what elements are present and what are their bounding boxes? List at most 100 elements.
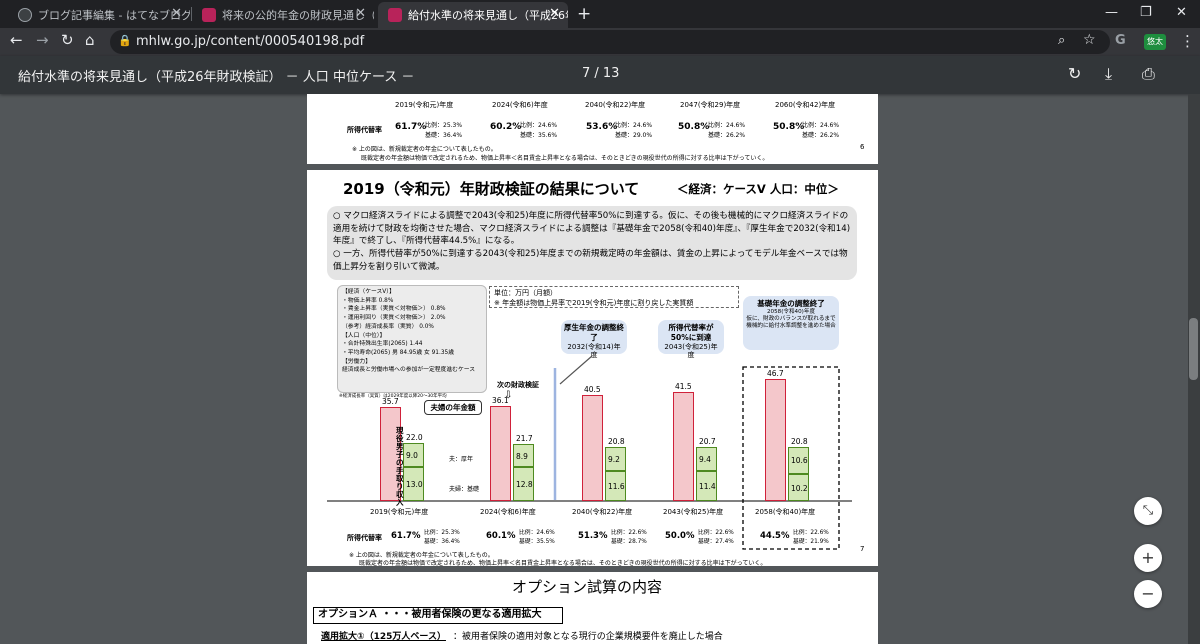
- worker-income-bar: [490, 406, 511, 501]
- couple-kiso-value: 10.2: [791, 483, 808, 493]
- rate-value: 60.2%: [490, 122, 522, 132]
- couple-total-value: 20.7: [699, 436, 716, 446]
- rate-value: 51.3%: [578, 531, 608, 541]
- year-label: 2047(令和29)年度: [680, 101, 741, 109]
- worker-income-value: 46.7: [767, 368, 784, 378]
- worker-income-value: 41.5: [675, 382, 692, 392]
- download-icon[interactable]: ⤓: [1105, 64, 1112, 84]
- replacement-rate-label: 所得代替率: [347, 534, 382, 542]
- rotate-icon[interactable]: ↻: [1068, 64, 1081, 83]
- worker-income-value: 35.7: [382, 397, 399, 407]
- page-title: オプション試算の内容: [512, 578, 663, 596]
- hirei-value: 比例：22.6%: [793, 530, 829, 536]
- rate-value: 44.5%: [760, 531, 790, 541]
- page-indicator[interactable]: 7 / 13: [582, 66, 619, 81]
- rate-value: 61.7%: [391, 531, 421, 541]
- menu-kebab-icon[interactable]: ⋮: [1180, 32, 1195, 50]
- rate-value: 50.8%: [678, 122, 710, 132]
- hirei-value: 比例：24.6%: [708, 122, 746, 129]
- worker-income-bar: [765, 378, 786, 501]
- hirei-value: 比例：22.6%: [611, 530, 647, 536]
- profile-avatar[interactable]: 悠太: [1144, 34, 1166, 50]
- scrollbar-thumb[interactable]: [1189, 318, 1198, 380]
- tab-mhlw-finance[interactable]: 将来の公的年金の財政見通し（財 ✕: [192, 2, 374, 28]
- back-arrow-icon[interactable]: ←: [10, 31, 23, 49]
- print-icon[interactable]: ⎙: [1142, 64, 1155, 84]
- hirei-value: 比例：25.3%: [424, 530, 460, 536]
- rate-value: 50.0%: [665, 531, 695, 541]
- kiso-value: 基礎：26.2%: [802, 132, 840, 139]
- mhlw-favicon-icon: [388, 8, 402, 22]
- lock-icon[interactable]: 🔒: [118, 34, 132, 47]
- bookmark-star-icon[interactable]: ☆: [1083, 32, 1096, 48]
- pdf-page-8: オプション試算の内容 オプションＡ ・・・被用者保険の更なる適用拡大 適用拡大①…: [307, 572, 878, 644]
- forward-arrow-icon[interactable]: →: [36, 31, 49, 49]
- page-number: 7: [860, 545, 865, 553]
- home-icon[interactable]: ⌂: [85, 31, 95, 49]
- google-extension-icon[interactable]: G: [1115, 33, 1126, 48]
- tab-hatena[interactable]: ブログ記事編集 - はてなブログ ✕: [8, 2, 190, 28]
- close-tab-icon[interactable]: ✕: [171, 6, 182, 21]
- close-tab-icon[interactable]: ✕: [549, 6, 560, 21]
- worker-income-bar: [582, 394, 603, 501]
- new-tab-button[interactable]: +: [577, 4, 591, 24]
- husband-kosei-value: 9.4: [699, 454, 711, 464]
- pdf-title: 給付水準の将来見通し（平成26年財政検証） － 人口 中位ケース －: [18, 70, 415, 85]
- year-label: 2024(令和6)年度: [492, 101, 548, 109]
- restore-button[interactable]: ❐: [1140, 5, 1152, 20]
- close-window-button[interactable]: ✕: [1176, 5, 1187, 20]
- zoom-out-button[interactable]: −: [1134, 580, 1162, 608]
- couple-kiso-label: 夫婦：基礎: [449, 486, 480, 493]
- year-label: 2019(令和元)年度: [395, 101, 454, 109]
- kiso-value: 基礎：28.7%: [611, 539, 647, 545]
- kiso-value: 基礎：36.4%: [425, 132, 463, 139]
- url-text[interactable]: mhlw.go.jp/content/000540198.pdf: [136, 34, 364, 49]
- x-tick-label: 2058(令和40)年度: [755, 508, 816, 516]
- rate-value: 53.6%: [586, 122, 618, 132]
- zoom-in-button[interactable]: +: [1134, 544, 1162, 572]
- hirei-value: 比例：22.6%: [698, 530, 734, 536]
- replacement-rate-label: 所得代替率: [347, 126, 382, 134]
- zoom-search-icon[interactable]: ⌕: [1058, 33, 1065, 48]
- pdf-page-7: 2019（令和元）年財政検証の結果について ＜経済：ケースⅤ 人口：中位＞ ○ …: [307, 170, 878, 567]
- hirei-value: 比例：24.6%: [520, 122, 558, 129]
- couple-total-value: 22.0: [406, 433, 423, 443]
- rate-value: 50.8%: [773, 122, 805, 132]
- worker-income-value: 36.1: [492, 396, 509, 406]
- fit-to-page-button[interactable]: ⤡: [1134, 497, 1162, 525]
- tab-title: 将来の公的年金の財政見通し（財: [222, 9, 374, 22]
- hirei-value: 比例：24.6%: [802, 122, 840, 129]
- hirei-value: 比例：24.6%: [519, 530, 555, 536]
- couple-total-value: 20.8: [791, 436, 808, 446]
- husband-kosei-value: 10.6: [791, 456, 808, 466]
- kiso-value: 基礎：21.9%: [793, 539, 829, 545]
- kiso-value: 基礎：35.5%: [519, 539, 555, 545]
- couple-total-value: 21.7: [516, 434, 533, 444]
- close-tab-icon[interactable]: ✕: [355, 6, 366, 21]
- couple-label: 夫婦の年金額: [424, 400, 482, 415]
- footnote: 既裁定者の年金額は物価で改定されるため、物価上昇率＜名目賃金上昇率となる場合は、…: [361, 155, 769, 162]
- x-tick-label: 2019(令和元)年度: [370, 508, 429, 516]
- x-tick-label: 2043(令和25)年度: [663, 508, 724, 516]
- kiso-value: 基礎：26.2%: [708, 132, 746, 139]
- minimize-button[interactable]: —: [1105, 5, 1118, 20]
- option-a-heading: オプションＡ ・・・被用者保険の更なる適用拡大: [313, 607, 563, 624]
- husband-kosei-value: 9.2: [608, 454, 620, 464]
- kiso-value: 基礎：29.0%: [615, 132, 653, 139]
- footnote: 既裁定者の年金額は物価で改定されるため、物価上昇率＜名目賃金上昇率となる場合は、…: [359, 560, 767, 567]
- callout-arrow: [559, 355, 593, 385]
- page-number: 6: [860, 143, 865, 151]
- reload-icon[interactable]: ↻: [61, 31, 74, 49]
- next-check-label: 次の財政検証: [497, 381, 539, 389]
- year-label: 2040(令和22)年度: [585, 101, 646, 109]
- mhlw-favicon-icon: [202, 8, 216, 22]
- husband-kosei-label: 夫：厚年: [449, 456, 474, 463]
- option-item-head: 適用拡大①（125万人ベース）: [321, 632, 446, 642]
- year-label: 2060(令和42)年度: [775, 101, 836, 109]
- pdf-page-6: 2019(令和元)年度 2024(令和6)年度 2040(令和22)年度 204…: [307, 94, 878, 164]
- couple-kiso-value: 11.4: [699, 482, 716, 492]
- x-tick-label: 2040(令和22)年度: [572, 508, 633, 516]
- hirei-value: 比例：25.3%: [425, 122, 463, 129]
- tab-benefit-level[interactable]: 給付水準の将来見通し（平成26年 ✕: [378, 2, 568, 28]
- couple-kiso-value: 13.0: [406, 479, 423, 489]
